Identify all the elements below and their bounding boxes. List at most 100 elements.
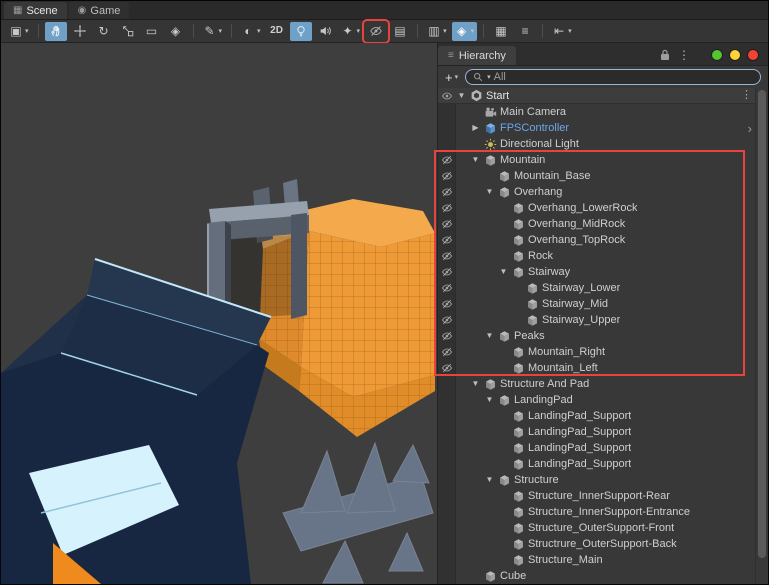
hierarchy-row-structure-and-pad[interactable]: ▼ Structure And Pad [438, 376, 768, 392]
2d-view-toggle-button[interactable]: 2D [266, 22, 288, 41]
hierarchy-row-landingpad-support[interactable]: LandingPad_Support [438, 408, 768, 424]
lock-icon[interactable] [660, 49, 670, 61]
object-label: Main Camera [500, 106, 567, 118]
hidden-eye-icon[interactable] [438, 298, 455, 310]
hierarchy-tab[interactable]: ≡ Hierarchy [438, 46, 516, 65]
hierarchy-row-stairway[interactable]: ▼ Stairway [438, 264, 768, 280]
custom-editor-tools-button[interactable]: ✎ ▾ [200, 22, 226, 41]
hierarchy-row-start[interactable]: ▼ Start ⋮ [438, 88, 768, 104]
hierarchy-row-cube[interactable]: Cube [438, 568, 768, 584]
transform-tool-button[interactable]: ◈ [165, 22, 187, 41]
hierarchy-row-directional-light[interactable]: Directional Light [438, 136, 768, 152]
panel-menu-kebab-icon[interactable]: ⋮ [678, 49, 690, 61]
overlays-dropdown-button[interactable]: ▥ ▾ [424, 22, 450, 41]
scale-tool-button[interactable] [117, 22, 139, 41]
view-tool-button[interactable] [44, 21, 67, 41]
foldout-open-icon[interactable]: ▼ [469, 156, 482, 164]
hierarchy-row-structure[interactable]: ▼ Structure [438, 472, 768, 488]
tab-scene[interactable]: ▦ Scene [4, 2, 67, 19]
hierarchy-row-stairway-mid[interactable]: Stairway_Mid [438, 296, 768, 312]
hidden-eye-icon[interactable] [438, 170, 455, 182]
hidden-eye-icon[interactable] [438, 234, 455, 246]
hierarchy-row-main-camera[interactable]: Main Camera [438, 104, 768, 120]
hierarchy-row-mountain-base[interactable]: Mountain_Base [438, 168, 768, 184]
hierarchy-row-structure-innersupport-entrance[interactable]: Structure_InnerSupport-Entrance [438, 504, 768, 520]
hierarchy-row-overhang[interactable]: ▼ Overhang [438, 184, 768, 200]
object-label: LandingPad_Support [528, 458, 632, 470]
component-tools-dropdown-button[interactable]: ◈ ▾ [451, 21, 478, 41]
hidden-eye-icon[interactable] [438, 282, 455, 294]
foldout-open-icon[interactable]: ▼ [483, 188, 496, 196]
object-label: Structure And Pad [500, 378, 590, 390]
effects-dropdown-button[interactable]: ✦ ▾ [338, 22, 364, 41]
search-input[interactable]: ▾ All [465, 69, 761, 85]
scene-viewport[interactable] [1, 43, 438, 584]
rotate-tool-button[interactable]: ↻ [93, 22, 115, 41]
hidden-eye-icon[interactable] [438, 330, 455, 342]
hierarchy-row-mountain-right[interactable]: Mountain_Right [438, 344, 768, 360]
speaker-icon [318, 24, 332, 38]
draw-mode-dropdown-button[interactable]: ◐ ▾ [238, 22, 264, 41]
hidden-eye-icon[interactable] [438, 250, 455, 262]
hierarchy-row-landingpad-support[interactable]: LandingPad_Support [438, 456, 768, 472]
hierarchy-row-mountain-left[interactable]: Mountain_Left [438, 360, 768, 376]
hierarchy-row-structure-main[interactable]: Structure_Main [438, 552, 768, 568]
foldout-open-icon[interactable]: ▼ [469, 380, 482, 388]
cube-icon [510, 346, 526, 359]
hierarchy-row-landingpad-support[interactable]: LandingPad_Support [438, 440, 768, 456]
scene-visibility-toggle-button[interactable] [362, 18, 391, 44]
hierarchy-row-landingpad-support[interactable]: LandingPad_Support [438, 424, 768, 440]
hierarchy-row-stairway-upper[interactable]: Stairway_Upper [438, 312, 768, 328]
vertical-scrollbar[interactable] [755, 88, 768, 584]
hierarchy-row-landingpad[interactable]: ▼ LandingPad [438, 392, 768, 408]
hidden-eye-icon[interactable] [438, 266, 455, 278]
foldout-open-icon[interactable]: ▼ [455, 91, 468, 100]
hidden-eye-icon[interactable] [438, 218, 455, 230]
foldout-closed-icon[interactable]: ▶ [469, 124, 482, 132]
foldout-open-icon[interactable]: ▼ [483, 476, 496, 484]
hidden-eye-icon[interactable] [438, 314, 455, 326]
dropdown-caret-icon: ▾ [218, 27, 223, 35]
hierarchy-row-stairway-lower[interactable]: Stairway_Lower [438, 280, 768, 296]
rect-tool-button[interactable]: ▭ [141, 22, 163, 41]
hidden-eye-icon[interactable] [438, 186, 455, 198]
camera-view-dropdown-button[interactable]: ⇤ ▾ [549, 22, 575, 41]
foldout-open-icon[interactable]: ▼ [497, 268, 510, 276]
hidden-eye-icon[interactable] [438, 202, 455, 214]
hierarchy-row-overhang-lowerrock[interactable]: Overhang_LowerRock [438, 200, 768, 216]
transform-icon: ◈ [170, 24, 181, 38]
scene-audio-toggle-button[interactable] [314, 22, 336, 41]
hidden-eye-icon[interactable] [438, 346, 455, 358]
hierarchy-row-structure-outersupport-front[interactable]: Structure_OuterSupport-Front [438, 520, 768, 536]
object-label: Start [486, 89, 510, 102]
grid-visibility-button-button[interactable]: ▦ [490, 22, 512, 41]
visibility-eye-icon[interactable] [438, 90, 455, 102]
cube-icon [482, 154, 498, 167]
search-filter-caret-icon[interactable]: ▾ [487, 74, 491, 81]
scrollbar-thumb[interactable] [758, 90, 766, 558]
prefab-open-chevron-icon[interactable]: › [748, 122, 752, 135]
foldout-open-icon[interactable]: ▼ [483, 396, 496, 404]
tool-handle-settings-button[interactable]: ▣ ▾ [6, 22, 32, 41]
hierarchy-row-mountain[interactable]: ▼ Mountain [438, 152, 768, 168]
cube-icon [524, 314, 540, 327]
hierarchy-row-structure-innersupport-rear[interactable]: Structure_InnerSupport-Rear [438, 488, 768, 504]
kebab-menu-icon[interactable]: ⋮ [741, 90, 752, 101]
hidden-eye-icon[interactable] [438, 362, 455, 374]
snap-settings-button-button[interactable]: ≡ [514, 22, 536, 41]
scene-lighting-toggle-button[interactable] [289, 21, 312, 41]
hierarchy-row-overhang-toprock[interactable]: Overhang_TopRock [438, 232, 768, 248]
create-object-button[interactable]: + ▾ [442, 70, 461, 85]
hidden-eye-icon[interactable] [438, 154, 455, 166]
foldout-open-icon[interactable]: ▼ [483, 332, 496, 340]
camera-settings-button-button[interactable]: ▤ [389, 22, 411, 41]
hierarchy-row-structrure-outersupport-back[interactable]: Structrure_OuterSupport-Back [438, 536, 768, 552]
move-tool-button[interactable] [69, 22, 91, 41]
hierarchy-row-fpscontroller[interactable]: ▶ FPSController › [438, 120, 768, 136]
hierarchy-row-rock[interactable]: Rock [438, 248, 768, 264]
hierarchy-row-overhang-midrock[interactable]: Overhang_MidRock [438, 216, 768, 232]
tab-game[interactable]: ◉ Game [68, 2, 130, 19]
hierarchy-row-peaks[interactable]: ▼ Peaks [438, 328, 768, 344]
